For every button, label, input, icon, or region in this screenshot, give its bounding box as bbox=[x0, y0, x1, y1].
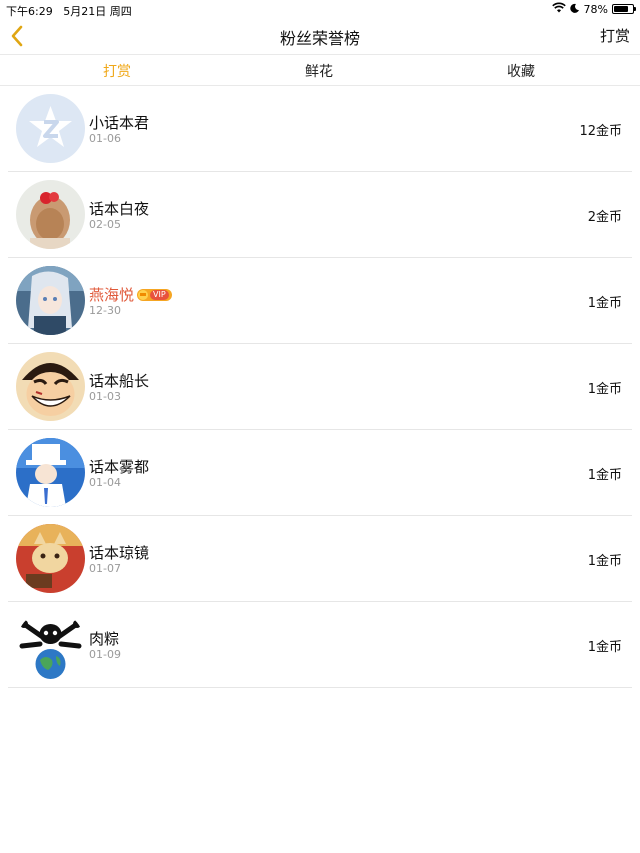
list-item[interactable]: 话本琼镜 01-07 1金币 bbox=[8, 516, 632, 602]
fan-name-line: 话本雾都 bbox=[89, 456, 149, 477]
fan-name: 肉粽 bbox=[89, 630, 120, 648]
page-title: 粉丝荣誉榜 bbox=[279, 29, 360, 48]
tab-bar: 打赏 鲜花 收藏 bbox=[0, 54, 640, 86]
cat-avatar[interactable] bbox=[16, 524, 85, 593]
tab-favorites[interactable]: 收藏 bbox=[507, 61, 535, 81]
wifi-icon bbox=[551, 2, 566, 16]
fan-name: 话本琼镜 bbox=[89, 544, 150, 562]
vip-label: VIP bbox=[150, 289, 169, 300]
list-item[interactable]: 肉粽 01-09 1金币 bbox=[8, 602, 632, 688]
fan-date: 01-09 bbox=[89, 648, 121, 661]
fan-name-line: 话本琼镜 bbox=[89, 542, 149, 563]
crown-icon bbox=[138, 289, 149, 300]
fan-amount: 2金币 bbox=[587, 210, 622, 225]
fan-date: 12-30 bbox=[89, 304, 121, 317]
fan-amount: 12金币 bbox=[579, 124, 622, 139]
status-bar: 下午6:29 5月21日 周四 78% bbox=[0, 0, 640, 18]
fan-name: 话本船长 bbox=[89, 372, 150, 390]
kid-thief-avatar[interactable] bbox=[16, 438, 85, 507]
vip-badge: VIP bbox=[137, 288, 172, 301]
list-item[interactable]: 燕海悦 VIP 12-30 1金币 bbox=[8, 258, 632, 344]
tab-flowers[interactable]: 鲜花 bbox=[305, 61, 333, 81]
battery-icon bbox=[612, 4, 636, 14]
fan-name-line: 话本船长 bbox=[89, 370, 149, 391]
fan-date: 01-03 bbox=[89, 390, 121, 403]
list-item[interactable]: 话本雾都 01-04 1金币 bbox=[8, 430, 632, 516]
fan-amount: 1金币 bbox=[587, 640, 622, 655]
fan-amount: 1金币 bbox=[587, 382, 622, 397]
fan-list: 小话本君 01-06 12金币 话本白夜 02-05 2金币 燕海悦 VIP 1… bbox=[8, 86, 632, 688]
fan-name: 话本雾都 bbox=[89, 458, 150, 476]
battery-fill bbox=[614, 6, 628, 12]
status-date: 5月21日 周四 bbox=[63, 5, 132, 18]
girl-with-bow-avatar[interactable] bbox=[16, 180, 85, 249]
fan-name-line: 小话本君 bbox=[89, 112, 149, 133]
fan-date: 01-06 bbox=[89, 132, 121, 145]
fan-name: 小话本君 bbox=[89, 114, 150, 132]
tab-reward[interactable]: 打赏 bbox=[103, 61, 131, 81]
skull-globe-avatar[interactable] bbox=[16, 610, 85, 679]
reward-button[interactable]: 打赏 bbox=[600, 25, 630, 46]
list-item[interactable]: 小话本君 01-06 12金币 bbox=[8, 86, 632, 172]
fan-amount: 1金币 bbox=[587, 554, 622, 569]
status-time-date: 下午6:29 5月21日 周四 bbox=[6, 3, 132, 19]
navigation-bar: 粉丝荣誉榜 打赏 bbox=[0, 18, 640, 54]
fan-name: 话本白夜 bbox=[89, 200, 150, 218]
list-item[interactable]: 话本白夜 02-05 2金币 bbox=[8, 172, 632, 258]
list-item[interactable]: 话本船长 01-03 1金币 bbox=[8, 344, 632, 430]
qq-logo-avatar[interactable] bbox=[16, 94, 85, 163]
luffy-avatar[interactable] bbox=[16, 352, 85, 421]
fan-amount: 1金币 bbox=[587, 468, 622, 483]
fan-date: 02-05 bbox=[89, 218, 121, 231]
fan-name-line: 肉粽 bbox=[89, 628, 119, 649]
status-indicators: 78% bbox=[551, 2, 636, 16]
fan-name-line: 燕海悦 VIP bbox=[89, 284, 172, 305]
fan-date: 01-07 bbox=[89, 562, 121, 575]
moon-icon bbox=[569, 3, 580, 16]
fan-name: 燕海悦 bbox=[89, 286, 135, 304]
fan-name-line: 话本白夜 bbox=[89, 198, 149, 219]
battery-percent: 78% bbox=[583, 2, 608, 16]
status-time: 下午6:29 bbox=[6, 5, 53, 18]
fan-date: 01-04 bbox=[89, 476, 121, 489]
anime-girl-avatar[interactable] bbox=[16, 266, 85, 335]
fan-amount: 1金币 bbox=[587, 296, 622, 311]
